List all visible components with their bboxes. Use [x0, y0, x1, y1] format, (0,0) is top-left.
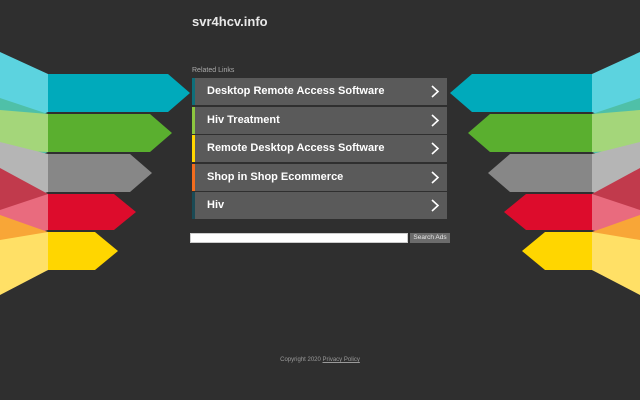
link-accent-bar [192, 106, 195, 134]
right-arrow-gray [488, 154, 592, 192]
left-arrow-green [48, 114, 172, 152]
left-arrow-yellow-light [0, 232, 48, 295]
link-label: Hiv Treatment [207, 113, 280, 126]
search-ads-button[interactable]: Search Ads [410, 233, 450, 243]
related-link-desktop-remote-access-software[interactable]: Desktop Remote Access Software [192, 78, 447, 105]
related-link-shop-in-shop-ecommerce[interactable]: Shop in Shop Ecommerce [192, 163, 447, 191]
link-accent-bar [192, 78, 195, 105]
left-arrow-yellow [48, 232, 118, 270]
related-link-remote-desktop-access-software[interactable]: Remote Desktop Access Software [192, 135, 447, 162]
left-arrow-gray [48, 154, 152, 192]
right-arrow-red [504, 194, 592, 230]
left-arrow-red [48, 194, 136, 230]
related-link-hiv[interactable]: Hiv [192, 192, 447, 219]
chevron-right-icon [431, 85, 440, 98]
chevron-right-icon [431, 170, 440, 184]
site-domain-title: svr4hcv.info [192, 14, 268, 29]
related-link-hiv-treatment[interactable]: Hiv Treatment [192, 106, 447, 134]
privacy-policy-link[interactable]: Privacy Policy [323, 357, 360, 363]
chevron-right-icon [431, 113, 440, 127]
link-label: Desktop Remote Access Software [207, 85, 385, 97]
left-arrow-teal [48, 74, 190, 112]
link-label: Hiv [207, 199, 225, 211]
chevron-right-icon [431, 142, 440, 155]
right-arrow-yellow [522, 232, 592, 270]
search-input[interactable] [190, 233, 408, 243]
link-label: Remote Desktop Access Software [207, 142, 385, 154]
chevron-right-icon [431, 199, 440, 212]
copyright-text: Copyright 2020 [280, 357, 321, 363]
right-arrow-green [468, 114, 592, 152]
link-accent-bar [192, 192, 195, 219]
footer: Copyright 2020 Privacy Policy [0, 357, 640, 363]
related-links-heading: Related Links [192, 67, 235, 74]
related-links-list: Desktop Remote Access Software Hiv Treat… [192, 78, 447, 221]
right-arrow-teal [450, 74, 592, 112]
link-accent-bar [192, 135, 195, 162]
link-accent-bar [192, 163, 195, 191]
right-arrow-yellow-light [592, 232, 640, 295]
link-label: Shop in Shop Ecommerce [207, 170, 344, 183]
